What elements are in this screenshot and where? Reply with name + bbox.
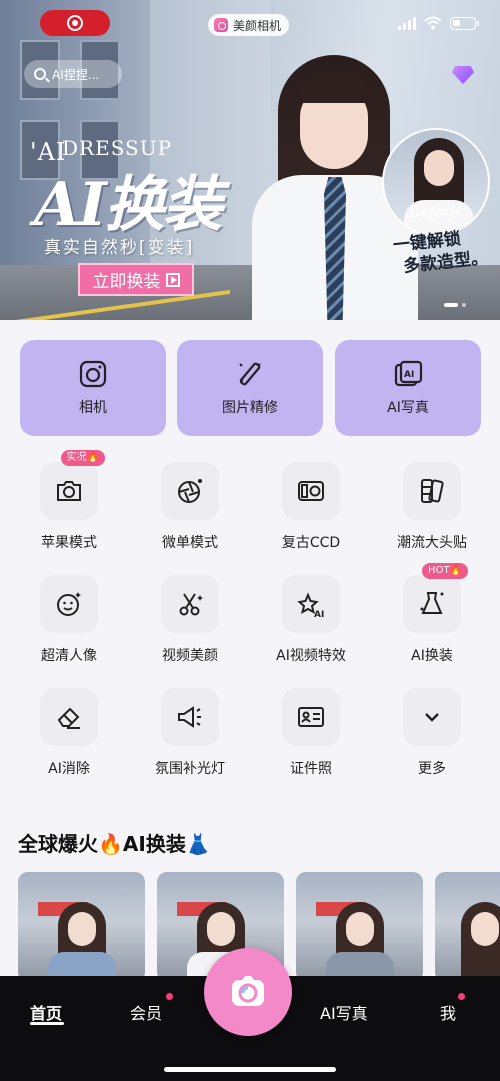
id-card-icon — [298, 707, 324, 727]
app-name-label: 美颜相机 — [233, 18, 282, 33]
apple-mode-label: 苹果模式 — [41, 535, 97, 551]
hero-banner[interactable]: Before 'AI DRESSUP AI换装 真实自然秒[变装] 立即换装 一… — [0, 0, 500, 320]
before-label: Before — [409, 203, 460, 221]
retro-ccd-tool[interactable]: 复古CCD — [251, 462, 371, 572]
id-photo-tool[interactable]: 证件照 — [251, 688, 371, 798]
more-tools-button[interactable]: 更多 — [372, 688, 492, 798]
screen-record-indicator[interactable] — [40, 10, 110, 36]
apple-mode-icon-box — [40, 462, 98, 520]
ai-dressup-icon-box — [403, 575, 461, 633]
nav-home-indicator — [30, 1022, 64, 1025]
search-icon — [34, 68, 46, 80]
photo-strip-icon — [421, 479, 444, 503]
hd-portrait-icon-box — [40, 575, 98, 633]
apple-mode-tool[interactable]: 苹果模式 实况🔥 — [9, 450, 129, 572]
camera-shutter-button[interactable] — [204, 948, 292, 1036]
smile-face-icon — [57, 592, 81, 616]
try-dressup-button[interactable]: 立即换装 — [78, 263, 194, 296]
magic-wand-icon — [235, 359, 265, 389]
fill-light-label: 氛围补光灯 — [155, 761, 225, 777]
more-icon-box — [403, 688, 461, 746]
ai-erase-label: AI消除 — [48, 761, 90, 777]
video-beauty-icon-box — [161, 575, 219, 633]
wifi-icon — [424, 16, 442, 30]
banner-subtitle: 真实自然秒[变装] — [44, 238, 195, 258]
svg-text:AI: AI — [404, 370, 414, 380]
hd-portrait-tool[interactable]: 超清人像 — [9, 575, 129, 685]
cta-label: 立即换装 — [92, 272, 161, 292]
section-title: 全球爆火🔥AI换装👗 — [18, 832, 211, 856]
retro-ccd-label: 复古CCD — [281, 535, 341, 551]
camera-outline-icon — [57, 481, 81, 501]
id-photo-label: 证件照 — [290, 761, 332, 777]
dressup-thumb-card[interactable] — [296, 872, 423, 982]
camera-fab-icon — [232, 976, 264, 1006]
hd-portrait-label: 超清人像 — [41, 648, 97, 664]
play-icon — [165, 272, 180, 287]
scissors-icon — [179, 593, 203, 616]
aperture-icon — [178, 479, 202, 503]
search-input[interactable]: AI捏捏... — [24, 60, 122, 88]
ai-portrait-label: AI写真 — [387, 400, 429, 416]
record-icon — [67, 15, 83, 31]
battery-icon — [450, 16, 479, 30]
ai-video-effects-tool[interactable]: AI AI视频特效 — [251, 575, 371, 685]
megaphone-light-icon — [178, 706, 201, 728]
dressup-thumb-card[interactable] — [18, 872, 145, 982]
dressup-thumb-card[interactable] — [435, 872, 500, 982]
app-camera-icon — [214, 18, 228, 32]
ai-dressup-label: AI换装 — [411, 648, 453, 664]
system-status-icons — [398, 16, 479, 30]
id-photo-icon-box — [282, 688, 340, 746]
ai-erase-icon-box — [40, 688, 98, 746]
mirrorless-mode-icon-box — [161, 462, 219, 520]
ai-sparkle-icon: AI — [297, 592, 324, 619]
chevron-down-icon — [425, 713, 439, 722]
live-badge: 实况🔥 — [60, 450, 105, 466]
nav-me[interactable]: 我 — [440, 1000, 456, 1024]
mirrorless-mode-tool[interactable]: 微单模式 — [130, 462, 250, 572]
banner-pagination — [444, 303, 466, 307]
cellular-signal-icon — [398, 16, 416, 30]
dress-icon — [420, 592, 444, 614]
camera-card-label: 相机 — [79, 400, 107, 416]
camera-icon — [78, 359, 108, 389]
photo-sticker-tool[interactable]: 潮流大头贴 — [372, 462, 492, 572]
ccd-camera-icon — [298, 481, 324, 501]
nav-ai-portrait[interactable]: AI写真 — [320, 1000, 368, 1024]
me-notification-dot — [458, 993, 465, 1000]
mirrorless-mode-label: 微单模式 — [162, 535, 218, 551]
fill-light-icon-box — [161, 688, 219, 746]
member-notification-dot — [166, 993, 173, 1000]
photo-retouch-card[interactable]: 图片精修 — [177, 340, 323, 436]
nav-member[interactable]: 会员 — [130, 1000, 162, 1024]
photo-sticker-label: 潮流大头贴 — [397, 535, 467, 551]
ai-erase-tool[interactable]: AI消除 — [9, 688, 129, 798]
ai-video-effects-icon-box: AI — [282, 575, 340, 633]
camera-card[interactable]: 相机 — [20, 340, 166, 436]
banner-title: AI换装 — [34, 170, 223, 240]
ai-dressup-tool[interactable]: AI换装 HOT🔥 — [372, 563, 492, 685]
retro-ccd-icon-box — [282, 462, 340, 520]
app-name-pill: 美颜相机 — [208, 14, 290, 36]
video-beauty-label: 视频美颜 — [162, 648, 218, 664]
ai-portrait-card[interactable]: AI AI写真 — [335, 340, 481, 436]
video-beauty-tool[interactable]: 视频美颜 — [130, 575, 250, 685]
eraser-icon — [57, 707, 80, 729]
search-placeholder: AI捏捏... — [52, 67, 100, 82]
svg-text:AI: AI — [314, 610, 324, 619]
photo-sticker-icon-box — [403, 462, 461, 520]
more-label: 更多 — [418, 761, 446, 777]
photo-retouch-label: 图片精修 — [222, 400, 278, 416]
ai-video-effects-label: AI视频特效 — [276, 648, 346, 664]
home-indicator-bar — [164, 1067, 336, 1072]
fill-light-tool[interactable]: 氛围补光灯 — [130, 688, 250, 798]
nav-home[interactable]: 首页 — [30, 1000, 62, 1024]
ai-portrait-icon: AI — [393, 359, 423, 389]
hot-badge: HOT🔥 — [422, 563, 468, 579]
